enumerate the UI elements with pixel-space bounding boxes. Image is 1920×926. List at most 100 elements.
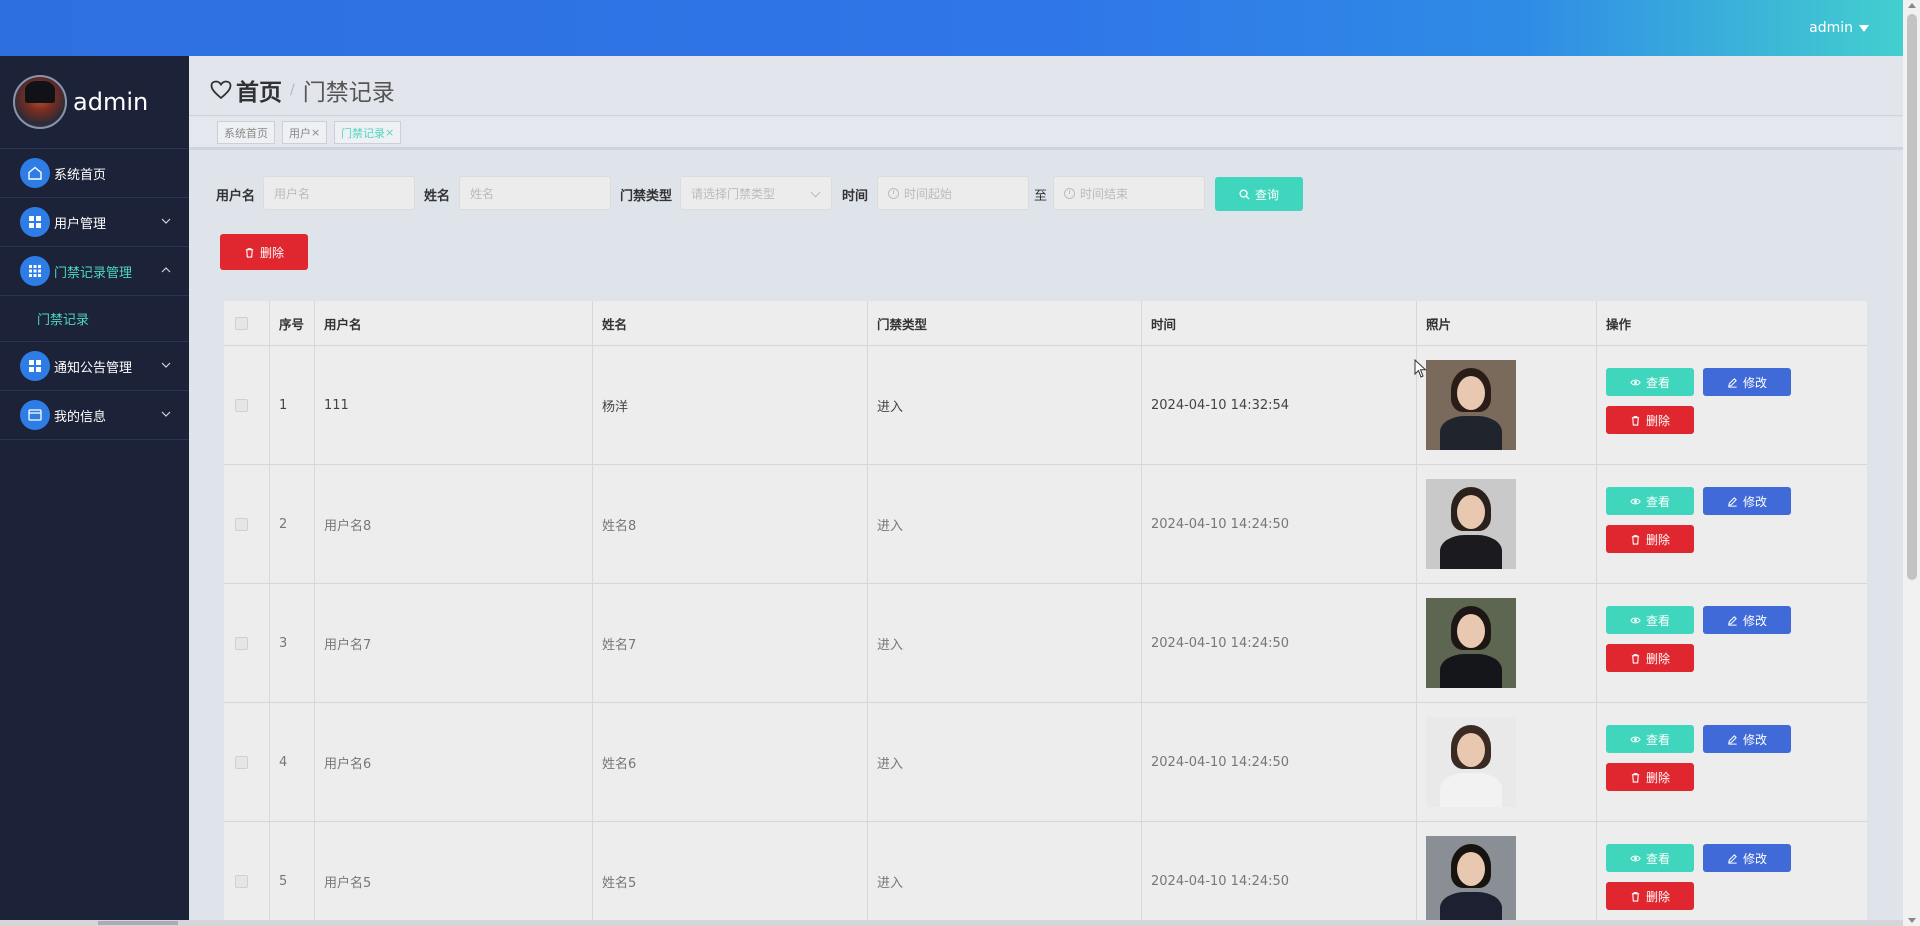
eye-icon xyxy=(1630,617,1641,623)
name-placeholder: 姓名 xyxy=(470,186,495,201)
tag-access-records[interactable]: 门禁记录 × xyxy=(334,121,402,144)
search-icon xyxy=(1239,188,1250,200)
edit-button[interactable]: 修改 xyxy=(1703,725,1791,753)
user-menu[interactable]: admin xyxy=(1809,20,1869,36)
delete-button[interactable]: 删除 xyxy=(1606,644,1694,672)
name-input[interactable]: 姓名 xyxy=(459,176,611,210)
sidebar-item-notices[interactable]: 通知公告管理 xyxy=(0,342,189,391)
cell-time: 2024-04-10 14:32:54 xyxy=(1142,346,1417,464)
close-icon[interactable]: × xyxy=(311,126,320,139)
column-header[interactable]: 照片 xyxy=(1417,301,1597,345)
column-header[interactable]: 时间 xyxy=(1142,301,1417,345)
delete-button[interactable]: 删除 xyxy=(1606,882,1694,910)
trash-icon xyxy=(245,247,254,258)
time-start-input[interactable]: 时间起始 xyxy=(877,176,1029,210)
edit-button[interactable]: 修改 xyxy=(1703,844,1791,872)
sidebar-item-my-info[interactable]: 我的信息 xyxy=(0,391,189,440)
caret-down-icon xyxy=(1859,24,1869,32)
view-button[interactable]: 查看 xyxy=(1606,844,1694,872)
query-button[interactable]: 查询 xyxy=(1215,177,1303,211)
scroll-up-icon[interactable] xyxy=(1908,3,1916,8)
photo-thumbnail[interactable] xyxy=(1426,360,1516,450)
close-icon[interactable]: × xyxy=(385,126,394,139)
chevron-up-icon xyxy=(161,267,171,273)
row-select-cell xyxy=(224,346,270,464)
delete-button[interactable]: 删除 xyxy=(1606,406,1694,434)
cell-type: 进入 xyxy=(868,346,1142,464)
view-button[interactable]: 查看 xyxy=(1606,606,1694,634)
edit-icon xyxy=(1728,853,1737,864)
delete-label: 删除 xyxy=(1645,770,1670,785)
type-placeholder: 请选择门禁类型 xyxy=(691,186,776,201)
column-header[interactable]: 门禁类型 xyxy=(868,301,1142,345)
scroll-down-icon[interactable] xyxy=(1908,918,1916,923)
cell-photo xyxy=(1417,822,1597,926)
row-checkbox[interactable] xyxy=(235,755,248,769)
vertical-scrollbar[interactable] xyxy=(1903,0,1920,926)
breadcrumb-home-label: 首页 xyxy=(236,80,282,106)
tags-bar: 系统首页 用户 × 门禁记录 × xyxy=(189,117,1903,150)
edit-label: 修改 xyxy=(1742,613,1767,628)
card-icon xyxy=(20,400,50,430)
scroll-thumb[interactable] xyxy=(1907,14,1917,580)
edit-button[interactable]: 修改 xyxy=(1703,487,1791,515)
eye-icon xyxy=(1630,498,1641,504)
horizontal-scrollbar[interactable] xyxy=(0,920,1903,926)
row-checkbox[interactable] xyxy=(235,517,248,531)
cell-actions: 查看 修改删除 xyxy=(1597,584,1867,702)
username-input[interactable]: 用户名 xyxy=(263,176,415,210)
cell-actions: 查看 修改 删除 xyxy=(1597,465,1867,583)
cell-name: 姓名6 xyxy=(593,703,868,821)
edit-button[interactable]: 修改 xyxy=(1703,606,1791,634)
tag-home[interactable]: 系统首页 xyxy=(217,121,275,144)
sidebar-item-users[interactable]: 用户管理 xyxy=(0,198,189,247)
type-select[interactable]: 请选择门禁类型 xyxy=(680,176,832,210)
cell-photo xyxy=(1417,703,1597,821)
photo-thumbnail[interactable] xyxy=(1426,836,1516,926)
sidebar-item-access-records[interactable]: 门禁记录管理 xyxy=(0,247,189,296)
cell-name: 姓名7 xyxy=(593,584,868,702)
breadcrumb-home[interactable]: 首页 xyxy=(210,73,282,107)
view-button[interactable]: 查看 xyxy=(1606,725,1694,753)
edit-button[interactable]: 修改 xyxy=(1703,368,1791,396)
scroll-thumb[interactable] xyxy=(98,921,178,925)
cell-index: 1 xyxy=(270,346,315,464)
cell-type: 进入 xyxy=(868,584,1142,702)
select-all-cell xyxy=(224,301,270,345)
photo-thumbnail[interactable] xyxy=(1426,479,1516,569)
view-label: 查看 xyxy=(1645,613,1670,628)
column-header[interactable]: 姓名 xyxy=(593,301,868,345)
tag-label: 系统首页 xyxy=(224,126,268,140)
column-header[interactable]: 序号 xyxy=(270,301,315,345)
trash-icon xyxy=(1631,772,1640,783)
select-all-checkbox[interactable] xyxy=(235,316,248,330)
row-checkbox[interactable] xyxy=(235,398,248,412)
cell-time: 2024-04-10 14:24:50 xyxy=(1142,465,1417,583)
column-header[interactable]: 操作 xyxy=(1597,301,1867,345)
time-end-placeholder: 时间结束 xyxy=(1080,186,1129,201)
cell-name: 杨洋 xyxy=(593,346,868,464)
cell-time: 2024-04-10 14:24:50 xyxy=(1142,584,1417,702)
time-end-input[interactable]: 时间结束 xyxy=(1053,176,1205,210)
view-button[interactable]: 查看 xyxy=(1606,368,1694,396)
tag-users[interactable]: 用户 × xyxy=(282,121,328,144)
username-placeholder: 用户名 xyxy=(274,186,311,201)
row-checkbox[interactable] xyxy=(235,874,248,888)
view-button[interactable]: 查看 xyxy=(1606,487,1694,515)
delete-button[interactable]: 删除 xyxy=(1606,525,1694,553)
delete-button[interactable]: 删除 xyxy=(1606,763,1694,791)
cell-index: 4 xyxy=(270,703,315,821)
time-to-label: 至 xyxy=(1034,189,1048,204)
sidebar-subitem-access-records[interactable]: 门禁记录 xyxy=(0,296,189,342)
table-header: 序号 用户名 姓名 门禁类型 时间 照片 操作 xyxy=(224,301,1867,346)
sidebar-item-label: 系统首页 xyxy=(54,167,107,183)
row-checkbox[interactable] xyxy=(235,636,248,650)
cell-time: 2024-04-10 14:24:50 xyxy=(1142,703,1417,821)
photo-thumbnail[interactable] xyxy=(1426,598,1516,688)
photo-thumbnail[interactable] xyxy=(1426,717,1516,807)
query-button-label: 查询 xyxy=(1254,187,1279,202)
sidebar-item-home[interactable]: 系统首页 xyxy=(0,149,189,198)
batch-delete-button[interactable]: 删除 xyxy=(220,234,308,270)
batch-delete-label: 删除 xyxy=(259,245,284,260)
column-header[interactable]: 用户名 xyxy=(315,301,593,345)
